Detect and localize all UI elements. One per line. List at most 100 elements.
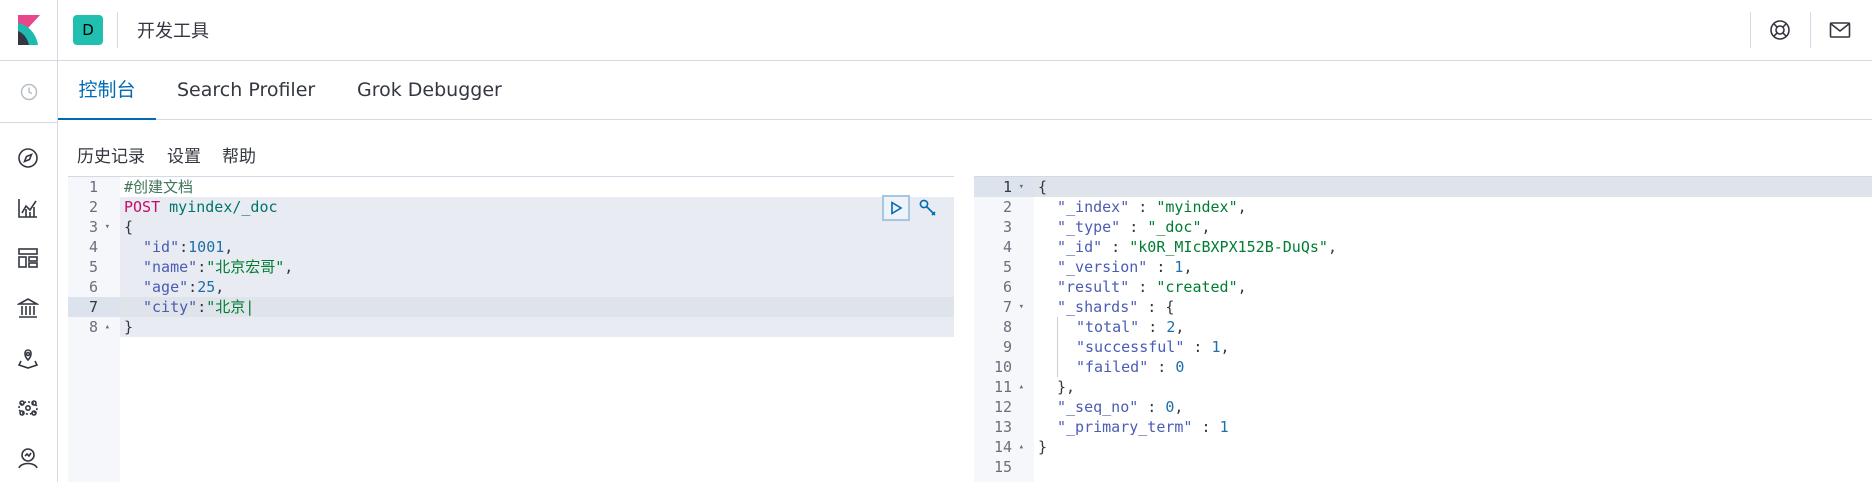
json-value: "北京宏哥" bbox=[206, 258, 285, 276]
line-number-text: 15 bbox=[993, 458, 1012, 476]
space-avatar[interactable]: D bbox=[73, 15, 103, 45]
tab-search-profiler[interactable]: Search Profiler bbox=[177, 61, 315, 120]
help-button[interactable] bbox=[1766, 16, 1794, 44]
fold-close-icon[interactable]: ▴ bbox=[1019, 437, 1024, 457]
code-line: "_shards" : { bbox=[1057, 298, 1175, 316]
code-line: "_id" : "k0R_MIcBXPX152B-DuQs", bbox=[1057, 238, 1337, 256]
line-number-text: 1 bbox=[88, 178, 98, 196]
nav-dashboard[interactable] bbox=[13, 243, 43, 273]
line-number: 10 bbox=[974, 357, 1034, 377]
send-request-button[interactable] bbox=[882, 195, 910, 221]
response-code: {"_index" : "myindex", "_type" : "_doc", "… bbox=[1034, 177, 1872, 482]
mail-icon bbox=[1829, 22, 1851, 38]
nav-visualize[interactable] bbox=[13, 193, 43, 223]
code-line: POST myindex/_doc bbox=[120, 197, 278, 217]
line-number: 3 bbox=[974, 217, 1034, 237]
wrench-icon bbox=[919, 199, 936, 216]
json-key: "age" bbox=[143, 278, 189, 296]
json-key: "successful" bbox=[1076, 338, 1185, 356]
line-number-text: 8 bbox=[1002, 318, 1012, 336]
line-number: 9 bbox=[974, 337, 1034, 357]
newsfeed-button[interactable] bbox=[1826, 16, 1854, 44]
code-line: "name":"北京宏哥", bbox=[120, 257, 293, 277]
header-divider bbox=[1750, 12, 1751, 48]
nav-maps[interactable] bbox=[13, 343, 43, 373]
fold-close-icon[interactable]: ▴ bbox=[105, 317, 110, 337]
kibana-logo-icon bbox=[17, 15, 40, 45]
json-comma: , bbox=[1237, 278, 1247, 296]
line-number: 11 ▴ bbox=[974, 377, 1034, 397]
ml-icon bbox=[18, 400, 38, 416]
request-comment: #创建文档 bbox=[124, 178, 194, 196]
line-number-text: 5 bbox=[88, 258, 98, 276]
fold-open-icon[interactable]: ▾ bbox=[1019, 177, 1024, 197]
json-comma: , bbox=[1174, 398, 1184, 416]
json-value: 25 bbox=[197, 278, 216, 296]
code-line: "id":1001, bbox=[120, 237, 233, 257]
line-number: 12 bbox=[974, 397, 1034, 417]
canvas-icon bbox=[17, 298, 39, 318]
line-number-text: 2 bbox=[88, 198, 98, 216]
line-number-text: 10 bbox=[993, 358, 1012, 376]
request-editor[interactable]: 1 2 3 ▾ 4 5 6 7 8 ▴ #创建文档 POST myindex/_doc{"id":1… bbox=[68, 176, 954, 482]
code-line: "result" : "created", bbox=[1057, 278, 1247, 296]
code-line: "_type" : "_doc", bbox=[1057, 218, 1211, 236]
fold-open-icon[interactable]: ▾ bbox=[1019, 297, 1024, 317]
response-viewer[interactable]: 1 ▾ 2 3 4 5 6 7 ▾ 8 9 10 11 ▴ 12 13 14 ▴ 15 {"_index" : "m… bbox=[974, 176, 1872, 482]
code-line: }, bbox=[1034, 377, 1075, 397]
line-number: 1 bbox=[68, 177, 120, 197]
tab-console[interactable]: 控制台 bbox=[58, 61, 156, 120]
kibana-logo[interactable] bbox=[0, 0, 58, 60]
line-number: 14 ▴ bbox=[974, 437, 1034, 457]
nav-canvas[interactable] bbox=[13, 293, 43, 323]
json-key: "id" bbox=[143, 238, 180, 256]
tab-grok-debugger[interactable]: Grok Debugger bbox=[357, 61, 502, 120]
line-number-text: 13 bbox=[993, 418, 1012, 436]
fold-open-icon[interactable]: ▾ bbox=[105, 217, 110, 237]
nav-observability[interactable] bbox=[13, 443, 43, 473]
json-key: "_id" bbox=[1057, 238, 1103, 256]
play-icon bbox=[891, 201, 903, 215]
http-method: POST bbox=[124, 198, 161, 216]
request-actions bbox=[882, 195, 942, 221]
json-value: 1001 bbox=[188, 238, 225, 256]
line-number: 5 bbox=[974, 257, 1034, 277]
json-value: "北京| bbox=[206, 298, 255, 316]
history-link[interactable]: 历史记录 bbox=[77, 142, 145, 167]
line-number: 1 ▾ bbox=[974, 177, 1034, 197]
json-value: "_doc" bbox=[1147, 218, 1202, 236]
request-code[interactable]: #创建文档 POST myindex/_doc{"id":1001, "name":… bbox=[120, 177, 954, 482]
line-number-text: 4 bbox=[88, 238, 98, 256]
nav-discover[interactable] bbox=[13, 143, 43, 173]
open-brace: { bbox=[124, 218, 134, 236]
json-key: "failed" bbox=[1076, 358, 1149, 376]
line-number: 2 bbox=[68, 197, 120, 217]
line-number: 8 bbox=[974, 317, 1034, 337]
line-number-text: 12 bbox=[993, 398, 1012, 416]
code-line: "age":25, bbox=[120, 277, 224, 297]
json-value: "k0R_MIcBXPX152B-DuQs" bbox=[1129, 238, 1328, 256]
recently-viewed-button[interactable] bbox=[0, 61, 57, 123]
settings-link[interactable]: 设置 bbox=[167, 142, 201, 167]
maps-icon bbox=[17, 349, 39, 369]
header-divider bbox=[117, 12, 118, 48]
clock-icon bbox=[20, 83, 37, 100]
visualize-chart-icon bbox=[18, 199, 37, 218]
json-comma: , bbox=[1220, 338, 1230, 356]
line-number-text: 11 bbox=[993, 378, 1012, 396]
fold-close-icon[interactable]: ▴ bbox=[1019, 377, 1024, 397]
line-number-text: 2 bbox=[1002, 198, 1012, 216]
json-colon: : bbox=[197, 298, 207, 316]
json-brace: } bbox=[1038, 438, 1048, 456]
request-settings-button[interactable] bbox=[914, 195, 942, 221]
json-comma: , bbox=[1327, 238, 1337, 256]
nav-machine-learning[interactable] bbox=[13, 393, 43, 423]
json-comma: , bbox=[1183, 258, 1193, 276]
line-number: 13 bbox=[974, 417, 1034, 437]
code-line: { bbox=[1034, 177, 1047, 197]
code-line: "_index" : "myindex", bbox=[1057, 198, 1247, 216]
help-link[interactable]: 帮助 bbox=[222, 142, 256, 167]
active-line-highlight bbox=[1034, 177, 1872, 197]
line-number: 2 bbox=[974, 197, 1034, 217]
